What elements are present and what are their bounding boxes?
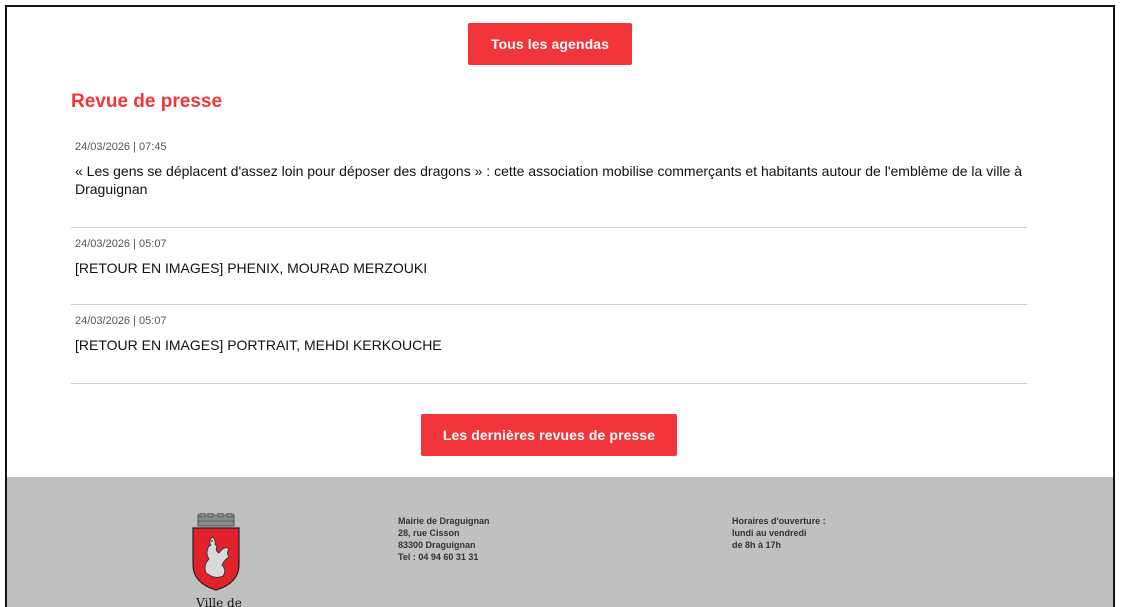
footer-address: Mairie de Draguignan 28, rue Cisson 8330… — [398, 515, 490, 563]
town-hall-name: Mairie de Draguignan — [398, 516, 490, 526]
footer-opening-hours: Horaires d'ouverture : lundi au vendredi… — [732, 515, 826, 551]
address-street: 28, rue Cisson — [398, 528, 460, 538]
town-logo-text: Ville de Draguignan — [196, 596, 242, 607]
address-city: 83300 Draguignan — [398, 540, 476, 550]
press-item: 24/03/2026 | 07:45 « Les gens se déplace… — [71, 131, 1027, 228]
press-item-link[interactable]: « Les gens se déplacent d'assez loin pou… — [75, 162, 1023, 198]
all-agendas-button[interactable]: Tous les agendas — [468, 23, 632, 65]
address-phone[interactable]: Tel : 04 94 60 31 31 — [398, 551, 490, 563]
press-item: 24/03/2026 | 05:07 [RETOUR EN IMAGES] PH… — [71, 228, 1027, 305]
press-item-link[interactable]: [RETOUR EN IMAGES] PORTRAIT, MEHDI KERKO… — [75, 336, 1023, 354]
footer: Ville de Draguignan Mairie de Draguignan… — [7, 477, 1113, 607]
press-review-list: 24/03/2026 | 07:45 « Les gens se déplace… — [71, 131, 1027, 384]
coat-of-arms-icon — [192, 513, 240, 591]
hours-time: de 8h à 17h — [732, 540, 782, 550]
hours-days: lundi au vendredi — [732, 528, 807, 538]
latest-press-reviews-button[interactable]: Les dernières revues de presse — [421, 414, 677, 456]
press-item: 24/03/2026 | 05:07 [RETOUR EN IMAGES] PO… — [71, 305, 1027, 384]
press-item-date: 24/03/2026 | 05:07 — [75, 315, 167, 327]
town-logo[interactable]: Ville de Draguignan — [159, 513, 279, 607]
press-item-date: 24/03/2026 | 05:07 — [75, 238, 167, 250]
hours-label: Horaires d'ouverture : — [732, 516, 826, 526]
press-item-date: 24/03/2026 | 07:45 — [75, 141, 167, 153]
press-item-link[interactable]: [RETOUR EN IMAGES] PHENIX, MOURAD MERZOU… — [75, 259, 1023, 277]
press-review-title: Revue de presse — [71, 91, 223, 112]
page-frame: Tous les agendas Revue de presse 24/03/2… — [5, 5, 1115, 607]
